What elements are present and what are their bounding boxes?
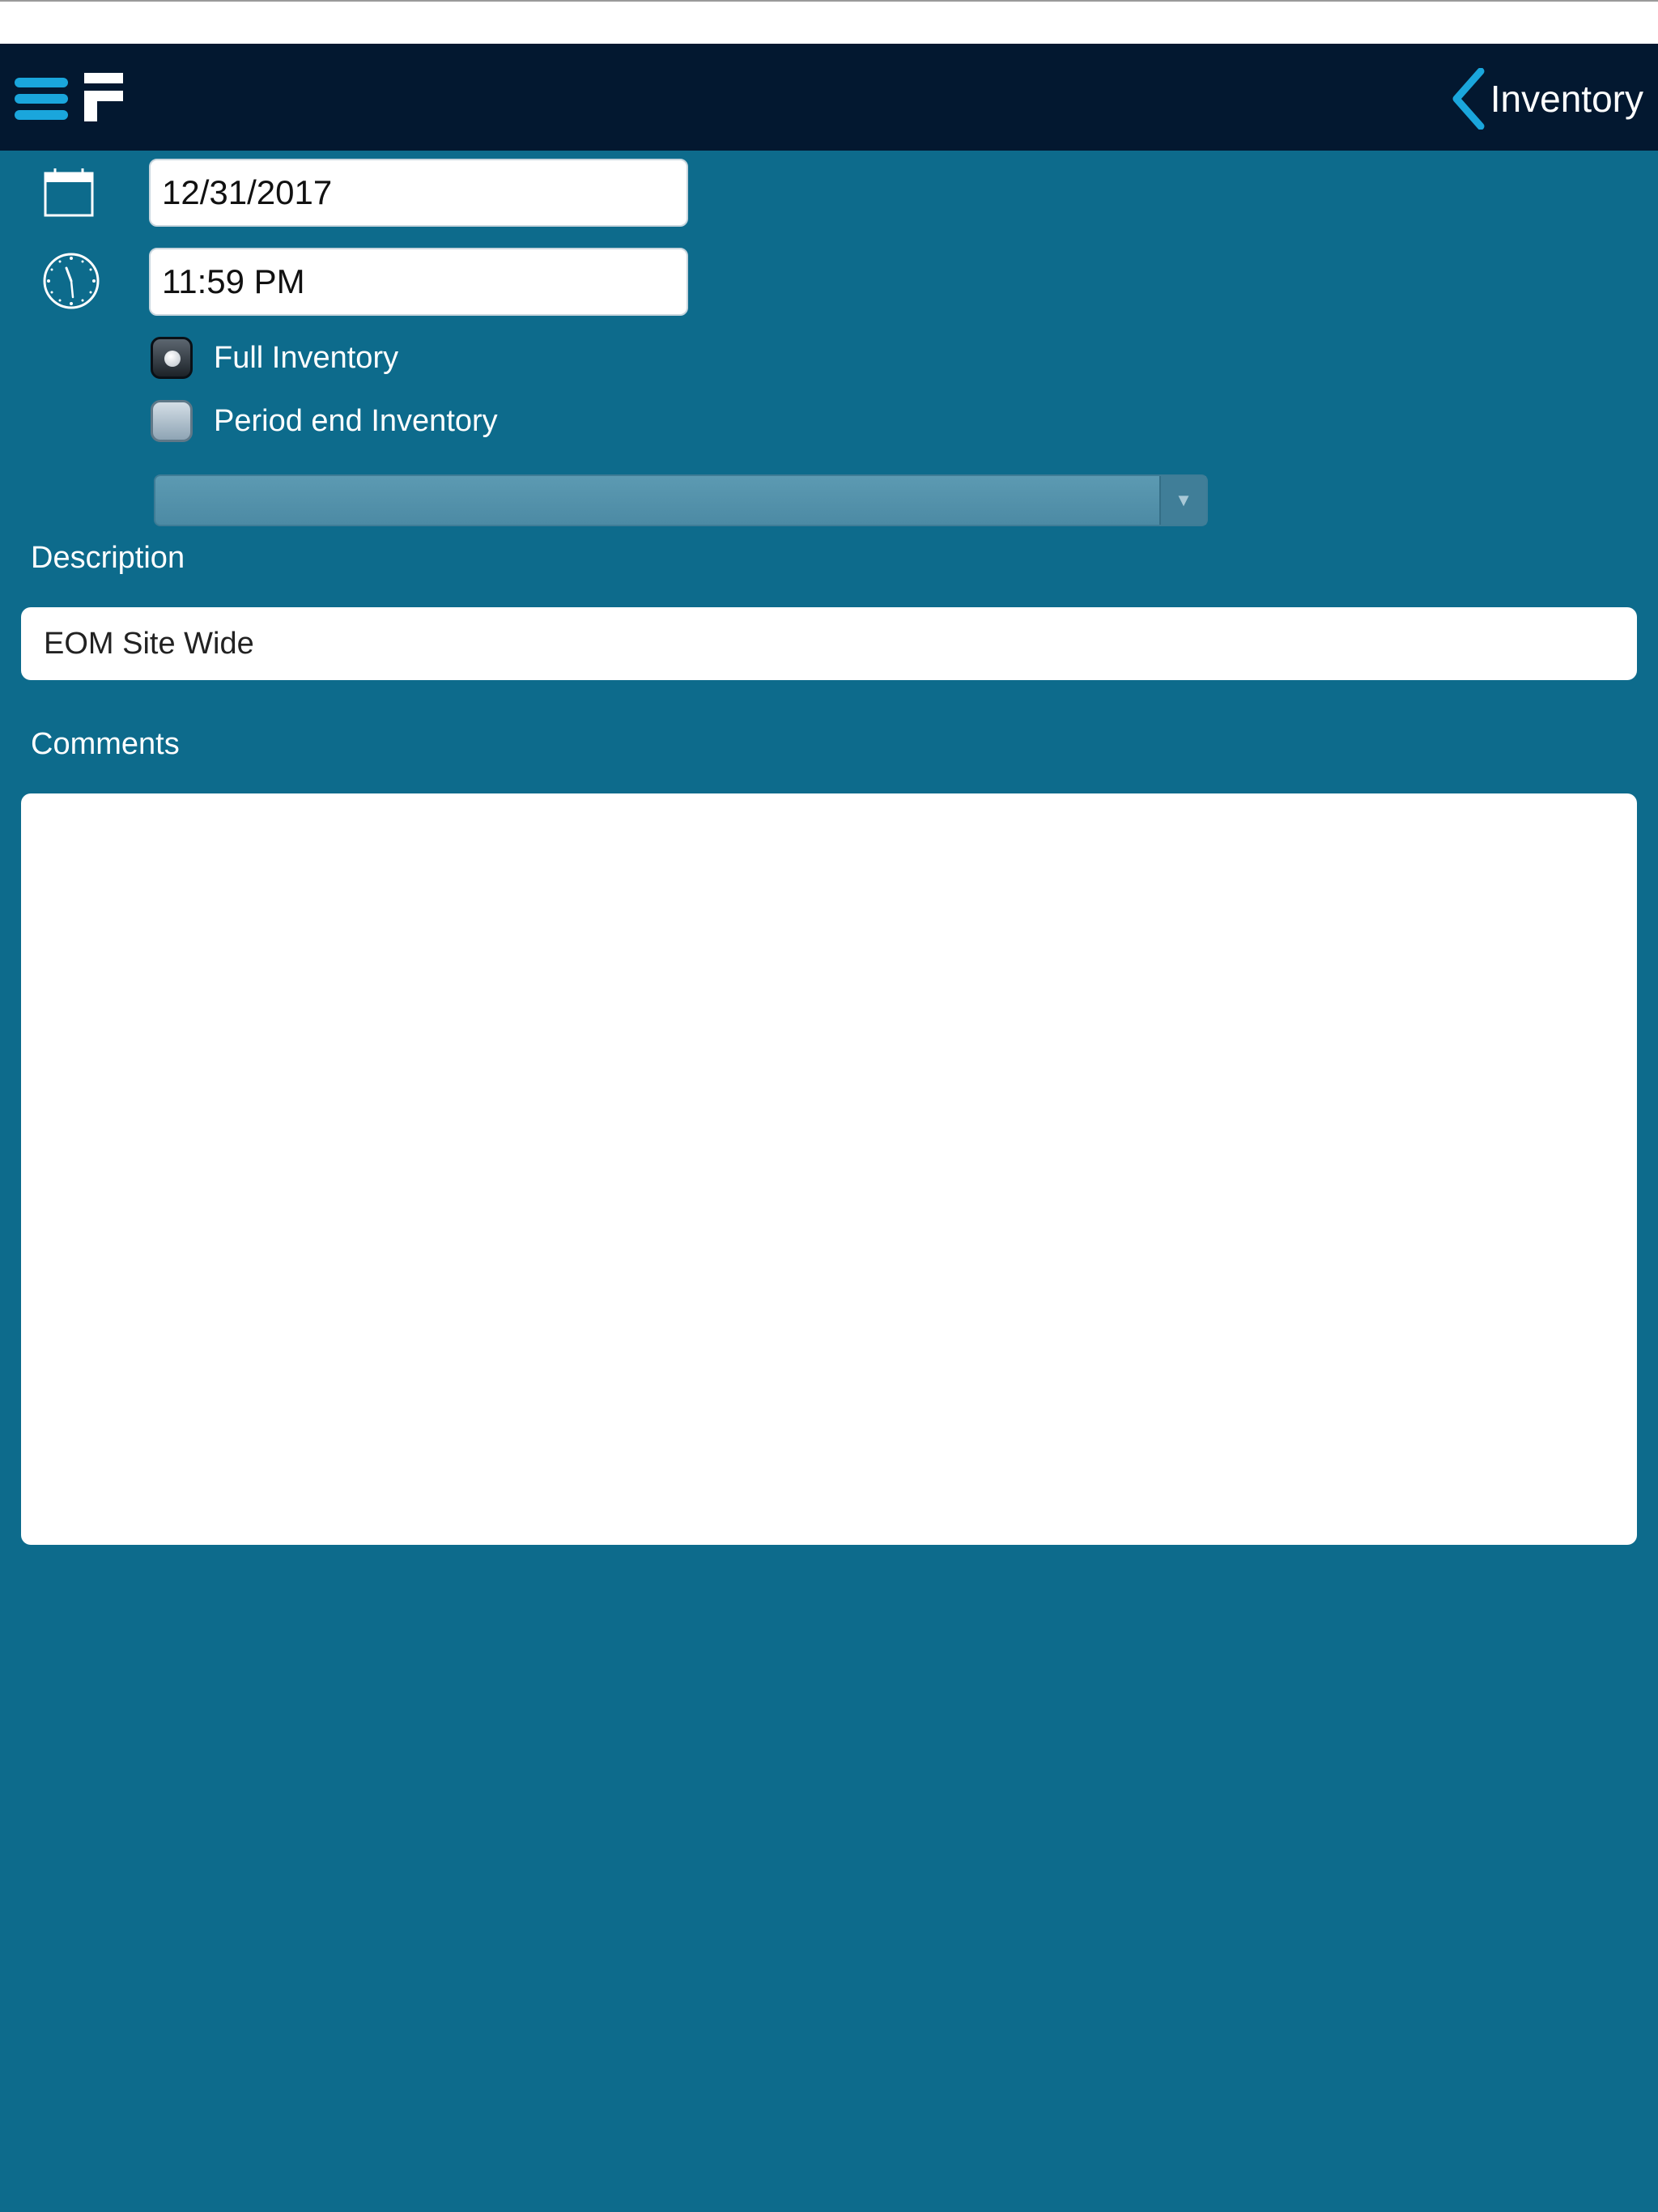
f-logo-icon: [84, 73, 123, 121]
radio-period-end-inventory[interactable]: Period end Inventory: [151, 400, 498, 442]
description-label: Description: [31, 541, 185, 575]
menu-button[interactable]: [15, 76, 70, 121]
radio-label: Full Inventory: [214, 340, 399, 375]
chevron-left-icon: [1452, 68, 1485, 130]
back-button[interactable]: Inventory: [1450, 68, 1643, 130]
radio-full-inventory[interactable]: Full Inventory: [151, 337, 398, 379]
radio-unchecked-indicator: [151, 400, 193, 442]
dropdown-arrow-button[interactable]: ▼: [1159, 476, 1206, 525]
status-bar: [0, 0, 1658, 44]
date-input[interactable]: 12/31/2017: [149, 159, 688, 227]
description-input[interactable]: EOM Site Wide: [21, 607, 1637, 680]
clock-icon[interactable]: [42, 252, 100, 310]
comments-textarea[interactable]: [21, 793, 1637, 1545]
inventory-dropdown[interactable]: ▼: [154, 474, 1208, 526]
radio-checked-indicator: [151, 337, 193, 379]
triangle-down-icon: ▼: [1175, 490, 1192, 510]
comments-label: Comments: [31, 727, 180, 761]
nav-bar: Inventory: [0, 44, 1658, 151]
hamburger-line: [15, 110, 68, 120]
hamburger-line: [15, 94, 68, 104]
hamburger-menu-icon: [15, 78, 68, 87]
back-label: Inventory: [1490, 78, 1643, 120]
calendar-icon[interactable]: [44, 167, 94, 217]
time-input[interactable]: 11:59 PM: [149, 248, 688, 316]
radio-label: Period end Inventory: [214, 403, 498, 438]
